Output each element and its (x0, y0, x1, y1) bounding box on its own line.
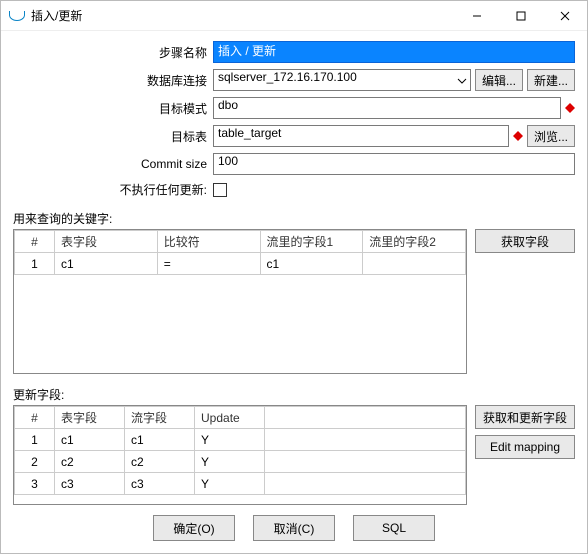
keys-col-tablefield[interactable]: 表字段 (55, 231, 158, 253)
keys-col-stream1[interactable]: 流里的字段1 (260, 231, 363, 253)
updates-section-label: 更新字段: (13, 386, 575, 403)
keys-table[interactable]: # 表字段 比较符 流里的字段1 流里的字段2 1c1=c1 (13, 229, 467, 374)
keys-col-stream2[interactable]: 流里的字段2 (363, 231, 466, 253)
table-cell[interactable]: 1 (15, 429, 55, 451)
close-button[interactable] (543, 1, 587, 31)
table-cell[interactable]: Y (195, 429, 265, 451)
table-row[interactable]: 1c1c1Y (15, 429, 466, 451)
table-cell[interactable]: c2 (55, 451, 125, 473)
table-cell[interactable]: c1 (260, 253, 363, 275)
var-diamond-icon[interactable] (565, 103, 575, 113)
table-cell[interactable] (265, 451, 466, 473)
updates-col-blank (265, 407, 466, 429)
connection-value[interactable]: sqlserver_172.16.170.100 (213, 69, 471, 91)
table-cell[interactable]: c1 (125, 429, 195, 451)
table-label: 目标表 (13, 128, 213, 145)
updates-col-tablefield[interactable]: 表字段 (55, 407, 125, 429)
table-cell[interactable]: c1 (55, 253, 158, 275)
table-cell[interactable]: Y (195, 473, 265, 495)
cancel-button[interactable]: 取消(C) (253, 515, 335, 541)
schema-label: 目标模式 (13, 100, 213, 117)
edit-mapping-button[interactable]: Edit mapping (475, 435, 575, 459)
updates-table[interactable]: # 表字段 流字段 Update 1c1c1Y2c2c2Y3c3c3Y (13, 405, 467, 505)
sql-button[interactable]: SQL (353, 515, 435, 541)
maximize-button[interactable] (499, 1, 543, 31)
table-row[interactable]: 2c2c2Y (15, 451, 466, 473)
step-name-label: 步骤名称 (13, 44, 213, 61)
table-cell[interactable]: 1 (15, 253, 55, 275)
keys-col-rownum[interactable]: # (15, 231, 55, 253)
var-diamond-icon[interactable] (513, 131, 523, 141)
table-cell[interactable]: 3 (15, 473, 55, 495)
keys-section-label: 用来查询的关键字: (13, 210, 575, 227)
table-input[interactable]: table_target (213, 125, 509, 147)
table-cell[interactable] (265, 473, 466, 495)
table-row[interactable]: 1c1=c1 (15, 253, 466, 275)
updates-col-rownum[interactable]: # (15, 407, 55, 429)
dialog-footer: 确定(O) 取消(C) SQL (13, 505, 575, 553)
table-cell[interactable]: c2 (125, 451, 195, 473)
table-cell[interactable] (265, 429, 466, 451)
table-row[interactable]: 3c3c3Y (15, 473, 466, 495)
window-title: 插入/更新 (31, 7, 82, 24)
app-icon (9, 11, 25, 21)
ok-button[interactable]: 确定(O) (153, 515, 235, 541)
commit-size-input[interactable]: 100 (213, 153, 575, 175)
dialog-window: 插入/更新 步骤名称 插入 / 更新 数据库连接 sqlserver_172.1… (0, 0, 588, 554)
table-cell[interactable]: c3 (125, 473, 195, 495)
table-cell[interactable]: c3 (55, 473, 125, 495)
no-update-checkbox[interactable] (213, 183, 227, 197)
no-update-label: 不执行任何更新: (13, 181, 213, 198)
edit-connection-button[interactable]: 编辑... (475, 69, 523, 91)
connection-label: 数据库连接 (13, 72, 213, 89)
updates-col-streamfield[interactable]: 流字段 (125, 407, 195, 429)
get-fields-button[interactable]: 获取字段 (475, 229, 575, 253)
table-cell[interactable]: Y (195, 451, 265, 473)
table-cell[interactable]: 2 (15, 451, 55, 473)
new-connection-button[interactable]: 新建... (527, 69, 575, 91)
table-cell[interactable] (363, 253, 466, 275)
connection-combo[interactable]: sqlserver_172.16.170.100 (213, 69, 471, 91)
updates-col-update[interactable]: Update (195, 407, 265, 429)
schema-input[interactable]: dbo (213, 97, 561, 119)
commit-size-label: Commit size (13, 157, 213, 171)
browse-table-button[interactable]: 浏览... (527, 125, 575, 147)
step-name-input[interactable]: 插入 / 更新 (213, 41, 575, 63)
get-update-fields-button[interactable]: 获取和更新字段 (475, 405, 575, 429)
minimize-button[interactable] (455, 1, 499, 31)
table-cell[interactable]: c1 (55, 429, 125, 451)
keys-col-comparator[interactable]: 比较符 (157, 231, 260, 253)
table-cell[interactable]: = (157, 253, 260, 275)
titlebar[interactable]: 插入/更新 (1, 1, 587, 31)
